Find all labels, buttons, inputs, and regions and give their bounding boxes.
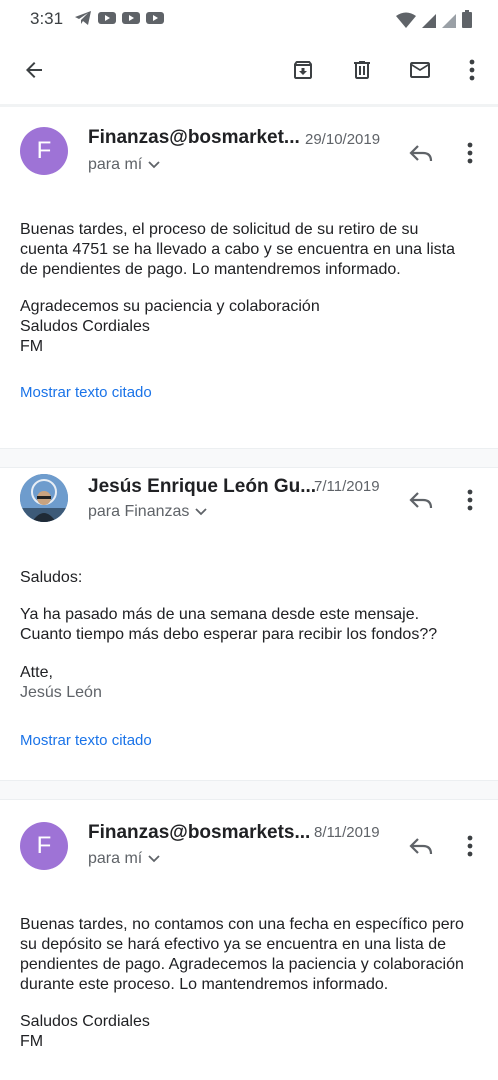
app-toolbar [0, 36, 498, 104]
body-line: Saludos Cordiales [20, 1013, 150, 1030]
body-line: cuenta 4751 se ha llevado a cabo y se en… [20, 241, 455, 258]
more-options-button[interactable] [456, 54, 488, 86]
body-line: pendientes de pago. Agradecemos la pacie… [20, 956, 464, 973]
reply-icon [409, 838, 433, 855]
youtube-icon [98, 12, 116, 24]
reply-button[interactable] [406, 138, 436, 168]
show-quoted-text-link[interactable]: Mostrar texto citado [20, 732, 152, 749]
message-divider [0, 448, 498, 468]
message-date: 29/10/2019 [305, 131, 381, 148]
more-vert-icon [467, 835, 473, 857]
message-more-button[interactable] [458, 485, 482, 515]
reply-icon [409, 492, 433, 509]
recipient-label: para Finanzas [88, 503, 190, 520]
body-line: Saludos Cordiales [20, 318, 150, 335]
signature: Jesús León [20, 684, 102, 701]
recipient-label: para mí [88, 156, 143, 173]
back-button[interactable] [18, 54, 50, 86]
mark-unread-icon [410, 62, 430, 78]
body-line: Atte, [20, 664, 53, 681]
message-more-button[interactable] [458, 831, 482, 861]
chevron-down-icon [148, 161, 160, 169]
chevron-down-icon [148, 855, 160, 863]
message-date: 8/11/2019 [314, 824, 380, 841]
message-date: 7/11/2019 [314, 478, 380, 495]
reply-button[interactable] [406, 831, 436, 861]
message-card: F Finanzas@bosmarket... 29/10/2019 para … [0, 107, 498, 450]
body-line: Saludos: [20, 569, 83, 586]
youtube-icon [122, 12, 140, 24]
message-more-button[interactable] [458, 138, 482, 168]
reply-button[interactable] [406, 485, 436, 515]
body-line: Buenas tardes, no contamos con una fecha… [20, 916, 464, 933]
body-line: durante este proceso. Lo mantendremos in… [20, 976, 389, 993]
status-time: 3:31 [30, 9, 64, 28]
avatar[interactable]: F [20, 822, 68, 870]
recipient-label: para mí [88, 850, 143, 867]
chevron-down-icon [195, 508, 208, 516]
reply-icon [409, 145, 433, 162]
avatar-photo-icon [20, 474, 68, 522]
avatar[interactable]: F [20, 127, 68, 175]
body-line: Cuanto tiempo más debo esperar para reci… [20, 626, 438, 643]
archive-button[interactable] [287, 54, 319, 86]
body-line: FM [20, 338, 44, 355]
status-bar: 3:31 [0, 0, 498, 36]
body-line: Agradecemos su paciencia y colaboración [20, 298, 320, 315]
recipient-toggle[interactable]: para mí [88, 850, 160, 868]
avatar[interactable] [20, 474, 68, 522]
show-quoted-text-link[interactable]: Mostrar texto citado [20, 384, 152, 401]
telegram-icon [75, 11, 91, 25]
youtube-icon [146, 12, 164, 24]
more-vert-icon [467, 142, 473, 164]
wifi-icon [396, 12, 416, 28]
body-line: Buenas tardes, el proceso de solicitud d… [20, 221, 419, 238]
archive-icon [294, 61, 312, 79]
message-card: Jesús Enrique León Gu... 7/11/2019 para … [0, 468, 498, 798]
recipient-toggle[interactable]: para mí [88, 156, 160, 174]
battery-icon [462, 10, 472, 28]
recipient-toggle[interactable]: para Finanzas [88, 503, 208, 521]
signal-icon [442, 14, 456, 28]
message-divider [0, 780, 498, 800]
body-line: Ya ha pasado más de una semana desde est… [20, 606, 420, 623]
mark-unread-button[interactable] [404, 54, 436, 86]
body-line: de pendientes de pago. Lo mantendremos i… [20, 261, 401, 278]
back-arrow-icon [26, 62, 42, 78]
body-line: su depósito se hará efectivo ya se encue… [20, 936, 447, 953]
signal-icon [422, 14, 436, 28]
body-line: FM [20, 1033, 44, 1050]
sender-name: Finanzas@bosmarkets... [88, 822, 311, 843]
delete-icon [354, 61, 370, 79]
sender-name: Jesús Enrique León Gu... [88, 476, 317, 497]
sender-name: Finanzas@bosmarket... [88, 127, 300, 148]
delete-button[interactable] [346, 54, 378, 86]
message-card: F Finanzas@bosmarkets... 8/11/2019 para … [0, 800, 498, 1080]
more-vert-icon [467, 489, 473, 511]
more-vert-icon [469, 59, 475, 81]
